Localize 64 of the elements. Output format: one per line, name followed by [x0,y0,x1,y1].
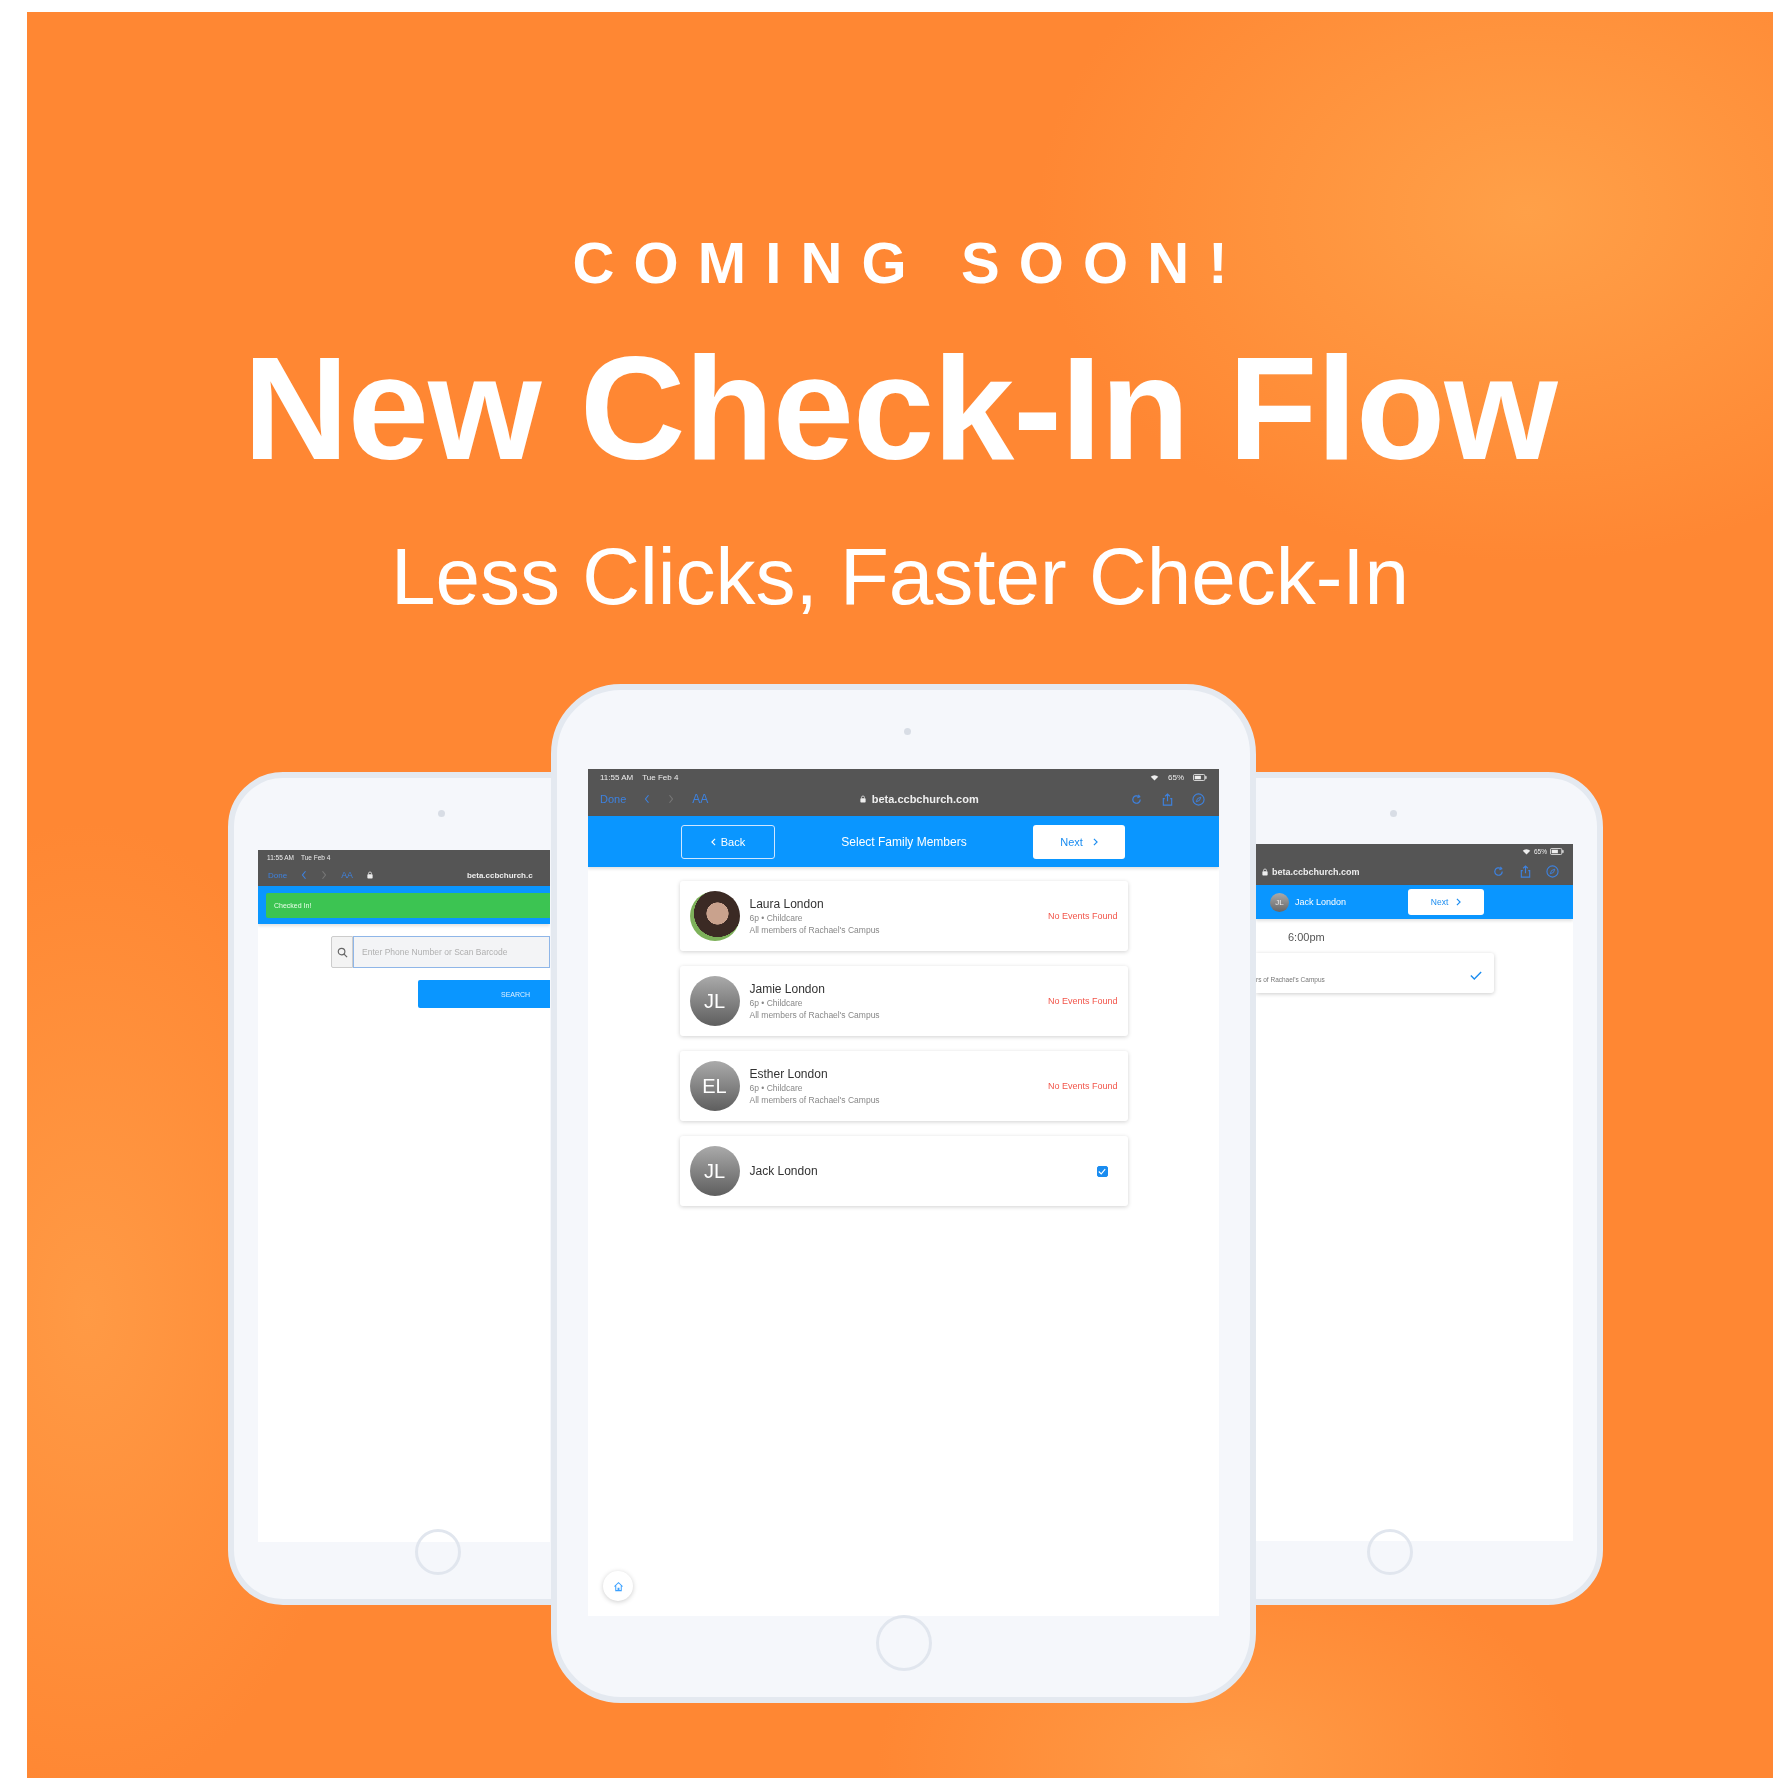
photo-placeholder [689,891,740,941]
member-group: All members of Rachael's Campus [749,925,1038,935]
status-text: No Events Found [1047,996,1118,1006]
event-time: 6:00pm [1288,931,1326,943]
share-icon[interactable] [1161,792,1174,806]
compass-icon[interactable] [1546,865,1559,878]
checkbox[interactable] [1096,1165,1108,1177]
member-name: Jamie London [749,982,826,996]
chevron-right-icon [1456,898,1462,906]
url-text[interactable]: beta.ccbchurch.c [466,870,533,880]
search-icon [336,946,348,958]
member-name: Esther London [749,1067,829,1081]
compass-icon[interactable] [1192,792,1205,806]
member-group: All members of Rachael's Campus [749,1010,1038,1020]
battery-icon [1193,774,1207,781]
chevron-left-icon [710,837,716,846]
member-card[interactable]: JL Jamie London 6p • Childcare All members of Rachael's Campus No Events Found [679,966,1128,1036]
home-button[interactable] [875,1615,932,1671]
lock-icon [859,795,866,803]
lock-icon [1262,867,1268,876]
battery-icon [1550,847,1564,855]
member-card[interactable]: Laura London 6p • Childcare All members of Rachael's Campus No Events Found [679,881,1128,951]
reload-icon[interactable] [1492,865,1505,878]
camera-dot [438,810,445,817]
url-text[interactable]: beta.ccbchurch.com [871,793,979,805]
page-title: Select Family Members [841,834,967,849]
share-icon[interactable] [1519,865,1532,878]
next-button[interactable]: Next [1033,824,1125,859]
lock-icon [366,871,373,879]
home-button[interactable] [415,1529,461,1575]
member-group: All members of Rachael's Campus [749,1095,1038,1105]
status-text: No Events Found [1047,1081,1118,1091]
status-date: Tue Feb 4 [642,773,679,782]
back-button[interactable]: Back [681,824,775,859]
member-card[interactable]: EL Esther London 6p • Childcare All members of Rachael's Campus No Events Found [679,1051,1128,1121]
home-button[interactable] [603,1571,633,1601]
home-button[interactable] [1367,1529,1413,1575]
member-details: 6p • Childcare [749,998,804,1008]
headline-subtitle: Less Clicks, Faster Check-In [390,537,1409,617]
member-card[interactable]: JL Jack London [679,1136,1128,1206]
member-name: Jack London [1295,897,1347,907]
status-text: No Events Found [1047,911,1118,921]
camera-dot [903,728,911,735]
battery-percent: 65% [1168,773,1184,782]
avatar-initials: JL [689,1146,740,1196]
headline-title: New Check-In Flow [243,336,1557,482]
wifi-icon [1522,847,1531,855]
url-text[interactable]: beta.ccbchurch.com [1272,866,1360,877]
avatar-initials: JL [1270,892,1289,912]
member-name: Jack London [749,1164,819,1178]
status-time: 11:55 AM [600,773,634,782]
member-details: 6p • Childcare [749,913,804,923]
member-details: 6p • Childcare [749,1083,804,1093]
home-icon [612,1580,624,1592]
search-field[interactable]: Enter Phone Number or Scan Barcode [353,936,550,968]
reload-icon[interactable] [1130,792,1143,806]
wifi-icon [1150,774,1159,781]
chevron-right-icon [1092,837,1098,846]
member-name: Laura London [749,897,825,911]
next-button[interactable]: Next [1408,889,1485,915]
headline-kicker: COMING SOON! [572,234,1247,292]
camera-dot [1390,810,1397,817]
avatar-initials: JL [689,976,740,1026]
avatar-initials: EL [689,1061,740,1111]
